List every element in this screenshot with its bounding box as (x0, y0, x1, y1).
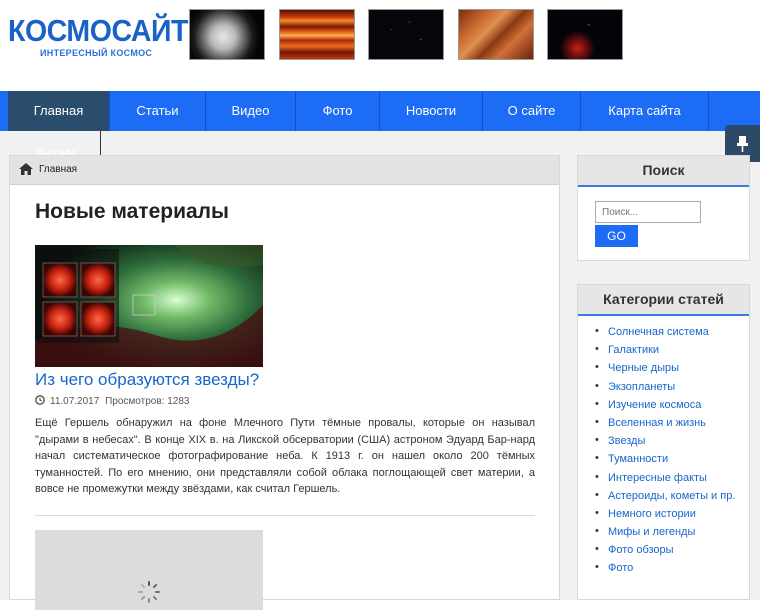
category-link-photo[interactable]: Фото (592, 561, 735, 580)
nav-item-sitemap[interactable]: Карта сайта (581, 91, 709, 131)
post-date: 11.07.2017 (50, 396, 100, 407)
logo-title: КОСМОСАЙТ (8, 13, 189, 48)
categories-list: Солнечная система Галактики Черные дыры … (592, 325, 735, 581)
category-link-black-holes[interactable]: Черные дыры (592, 361, 735, 380)
nav-item-news[interactable]: Новости (380, 91, 483, 131)
category-link-history[interactable]: Немного истории (592, 507, 735, 526)
section-title: Новые материалы (35, 200, 229, 223)
site-logo[interactable]: КОСМОСАЙТ ИНТЕРЕСНЫЙ КОСМОС (8, 13, 204, 59)
category-link-solar-system[interactable]: Солнечная система (592, 325, 735, 344)
post-image-loading[interactable] (35, 530, 263, 610)
nav-item-video[interactable]: Видео (206, 91, 296, 131)
search-go-button[interactable]: GO (595, 225, 638, 247)
header-thumb-stars (368, 9, 444, 60)
clock-icon (35, 395, 45, 405)
category-link-asteroids[interactable]: Астероиды, кометы и пр. (592, 489, 735, 508)
search-input[interactable] (595, 201, 701, 223)
header-thumb-mars (458, 9, 534, 60)
post-views: Просмотров: 1283 (105, 396, 190, 407)
category-link-universe-life[interactable]: Вселенная и жизнь (592, 416, 735, 435)
breadcrumb: Главная (10, 156, 559, 185)
post-meta: 11.07.2017 Просмотров: 1283 (35, 395, 189, 407)
categories-widget-title: Категории статей (578, 285, 749, 316)
loading-spinner-icon (138, 581, 160, 603)
header-thumb-planet (189, 9, 265, 60)
search-widget: Поиск GO (577, 155, 750, 261)
category-link-space-exploration[interactable]: Изучение космоса (592, 398, 735, 417)
nav-item-articles[interactable]: Статьи (110, 91, 206, 131)
header-thumb-jupiter (279, 9, 355, 60)
category-link-photo-reviews[interactable]: Фото обзоры (592, 543, 735, 562)
category-link-stars[interactable]: Звезды (592, 434, 735, 453)
post-image[interactable] (35, 245, 263, 367)
categories-widget: Категории статей Солнечная система Галак… (577, 284, 750, 600)
breadcrumb-home[interactable]: Главная (39, 164, 77, 175)
home-icon[interactable] (19, 163, 33, 175)
category-link-facts[interactable]: Интересные факты (592, 470, 735, 490)
category-link-myths[interactable]: Мифы и легенды (592, 525, 735, 544)
nav-item-about[interactable]: О сайте (483, 91, 581, 131)
category-link-nebulae[interactable]: Туманности (592, 452, 735, 471)
category-link-galaxies[interactable]: Галактики (592, 343, 735, 362)
main-content: Главная Новые материалы Из чего образуют… (9, 155, 560, 610)
post-excerpt: Ещё Гершель обнаружил на фоне Млечного П… (35, 417, 535, 495)
search-widget-title: Поиск (578, 156, 749, 187)
post-separator (35, 515, 535, 516)
category-link-exoplanets[interactable]: Экзопланеты (592, 380, 735, 399)
logo-subtitle: ИНТЕРЕСНЫЙ КОСМОС (40, 48, 153, 58)
nav-item-home[interactable]: Главная (8, 91, 110, 131)
header-thumb-nebula (547, 9, 623, 60)
main-nav: Главная Статьи Видео Фото Новости О сайт… (0, 91, 760, 131)
nav-item-photo[interactable]: Фото (296, 91, 380, 131)
post-title[interactable]: Из чего образуются звезды? (35, 370, 259, 390)
